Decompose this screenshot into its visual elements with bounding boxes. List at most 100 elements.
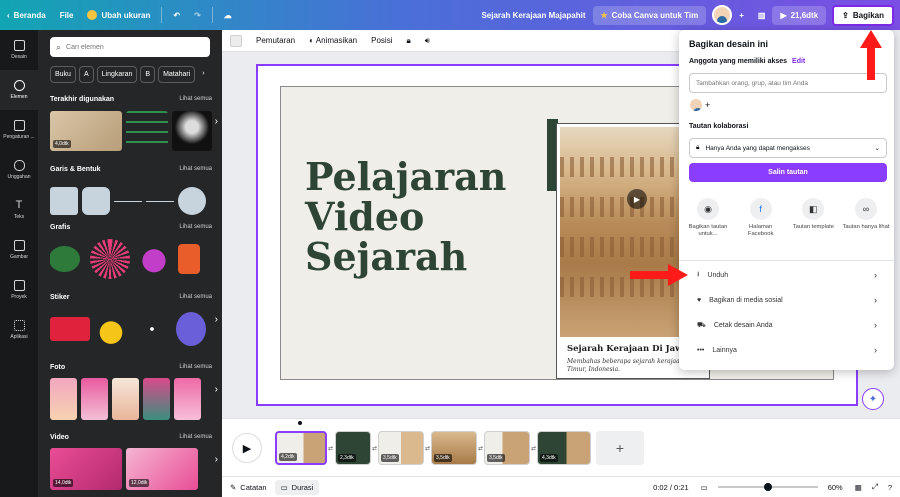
- animate-button[interactable]: ◐ Animasikan: [309, 36, 357, 45]
- sparkle-sticker[interactable]: [132, 311, 172, 347]
- chip[interactable]: Buku: [50, 66, 76, 83]
- share-button[interactable]: ⇪ Bagikan: [832, 4, 894, 26]
- chevron-right-icon[interactable]: ›: [215, 314, 218, 325]
- photo-thumbnail[interactable]: [50, 378, 77, 420]
- recent-thumbnail[interactable]: [126, 111, 168, 151]
- edit-access-link[interactable]: Edit: [792, 58, 805, 65]
- pointing-hand-sticker[interactable]: [94, 311, 128, 347]
- search-input[interactable]: [66, 43, 197, 51]
- transition-icon[interactable]: ⇄: [372, 445, 377, 452]
- add-member-icon[interactable]: +: [705, 100, 710, 110]
- duration-button[interactable]: ▭ Durasi: [274, 479, 320, 495]
- photo-thumbnail[interactable]: [81, 378, 108, 420]
- caption-title[interactable]: Sejarah Kerajaan Di Jawa: [567, 344, 688, 354]
- transition-icon[interactable]: ⇄: [425, 445, 430, 452]
- bull-head-graphic[interactable]: [134, 241, 174, 277]
- rail-item-design[interactable]: Desain: [0, 30, 38, 70]
- burst-graphic[interactable]: [90, 239, 130, 279]
- document-title[interactable]: Sejarah Kerajaan Majapahit: [474, 11, 592, 20]
- background-color-swatch[interactable]: [230, 34, 242, 47]
- social-share-row[interactable]: ♥ Bagikan di media sosial ›: [697, 290, 877, 310]
- see-all-link[interactable]: Lihat semua: [179, 434, 212, 441]
- more-row[interactable]: ••• Lainnya ›: [697, 340, 877, 360]
- copy-link-button[interactable]: Salin tautan: [689, 163, 887, 182]
- transition-icon[interactable]: ⇄: [531, 445, 536, 452]
- rail-item-images[interactable]: Gambar: [0, 230, 38, 270]
- resize-button[interactable]: Ubah ukuran: [80, 10, 157, 20]
- add-people-input[interactable]: [689, 73, 887, 93]
- chip[interactable]: B: [140, 66, 156, 83]
- video-play-icon[interactable]: ▶: [627, 189, 647, 209]
- photo-thumbnail[interactable]: [143, 378, 170, 420]
- badge-sticker[interactable]: [176, 312, 206, 346]
- add-collaborator-icon[interactable]: +: [732, 11, 751, 20]
- timeline-clip[interactable]: 2,3dtk: [335, 431, 371, 465]
- recent-thumbnail[interactable]: 4,0dtk: [50, 111, 122, 151]
- see-all-link[interactable]: Lihat semua: [179, 96, 212, 103]
- download-row[interactable]: ⭳ Unduh ›: [697, 265, 877, 285]
- magic-assistant-icon[interactable]: ✦: [862, 388, 884, 410]
- home-button[interactable]: ‹ Beranda: [0, 11, 53, 20]
- photo-thumbnail[interactable]: [174, 378, 201, 420]
- playhead[interactable]: [298, 421, 302, 425]
- search-box[interactable]: ⌕: [50, 37, 210, 57]
- undo-icon[interactable]: ↶: [166, 11, 187, 20]
- add-page-button[interactable]: +: [596, 431, 644, 465]
- rail-item-apps[interactable]: Aplikasi: [0, 310, 38, 350]
- rail-item-projects[interactable]: Proyek: [0, 270, 38, 310]
- transition-icon[interactable]: ⇄: [328, 445, 333, 452]
- avatar[interactable]: [689, 98, 703, 112]
- rail-item-uploads[interactable]: Unggahan: [0, 150, 38, 190]
- square-shape[interactable]: [50, 187, 78, 215]
- photo-thumbnail[interactable]: [112, 378, 139, 420]
- transition-icon[interactable]: ⇄: [478, 445, 483, 452]
- analytics-icon[interactable]: ▥: [751, 11, 773, 20]
- timeline-clip[interactable]: 3,5dtk: [378, 431, 424, 465]
- see-all-link[interactable]: Lihat semua: [179, 224, 212, 231]
- position-button[interactable]: Posisi: [371, 36, 392, 45]
- zoom-slider[interactable]: [717, 483, 818, 491]
- see-all-link[interactable]: Lihat semua: [179, 294, 212, 301]
- chip[interactable]: Matahari: [158, 66, 196, 83]
- timeline-clip[interactable]: 3,5dtk: [431, 431, 477, 465]
- volume-icon[interactable]: 🔊︎: [425, 36, 430, 46]
- zoom-slider-handle[interactable]: [763, 483, 772, 491]
- facebook-page-option[interactable]: f Halaman Facebook: [736, 198, 786, 238]
- notes-button[interactable]: ✎ Catatan: [222, 483, 275, 492]
- chevron-right-icon[interactable]: ›: [198, 66, 208, 83]
- playback-button[interactable]: Pemutaran: [256, 36, 295, 45]
- lock-icon[interactable]: 🔒︎: [406, 36, 410, 46]
- cloud-saved-icon[interactable]: ☁: [217, 11, 239, 20]
- arrow-line-shape[interactable]: [146, 200, 174, 202]
- circle-shape[interactable]: [178, 187, 206, 215]
- leaf-graphic[interactable]: [50, 241, 86, 277]
- share-link-option[interactable]: ◉ Bagikan tautan untuk...: [683, 198, 733, 238]
- line-shape[interactable]: [114, 200, 142, 202]
- pages-icon[interactable]: ▦: [855, 483, 862, 492]
- zoom-level[interactable]: 60%: [828, 483, 843, 492]
- page-title[interactable]: Pelajaran Video Sejarah: [305, 157, 525, 277]
- print-row[interactable]: ⛟ Cetak desain Anda ›: [697, 315, 877, 335]
- timeline-clip[interactable]: 3,5dtk: [484, 431, 530, 465]
- file-menu[interactable]: File: [53, 11, 81, 20]
- timeline-clip[interactable]: 4,2dtk: [275, 431, 327, 465]
- valentine-sticker[interactable]: [50, 317, 90, 341]
- see-all-link[interactable]: Lihat semua: [179, 364, 212, 371]
- rail-item-elements[interactable]: Elemen: [0, 70, 38, 110]
- rounded-square-shape[interactable]: [82, 187, 110, 215]
- timeline-clip[interactable]: 4,3dtk: [537, 431, 591, 465]
- redo-icon[interactable]: ↷: [187, 11, 208, 20]
- timeline-play-button[interactable]: ▶: [232, 433, 262, 463]
- chevron-right-icon[interactable]: ›: [215, 116, 218, 127]
- access-select[interactable]: 🔒︎ Hanya Anda yang dapat mengakses ⌄: [689, 138, 887, 158]
- recent-thumbnail[interactable]: [172, 111, 212, 151]
- present-button[interactable]: ▶ 21,6dtk: [772, 5, 827, 25]
- grid-view-icon[interactable]: ▭: [701, 483, 708, 492]
- rail-item-text[interactable]: T Teks: [0, 190, 38, 230]
- chip[interactable]: Lingkaran: [96, 66, 138, 83]
- rail-item-brand[interactable]: Pengaturan ...: [0, 110, 38, 150]
- fullscreen-icon[interactable]: ⤢: [872, 482, 878, 492]
- tag-graphic[interactable]: [178, 244, 200, 274]
- see-all-link[interactable]: Lihat semua: [179, 166, 212, 173]
- video-thumbnail[interactable]: 14,0dtk: [50, 448, 122, 490]
